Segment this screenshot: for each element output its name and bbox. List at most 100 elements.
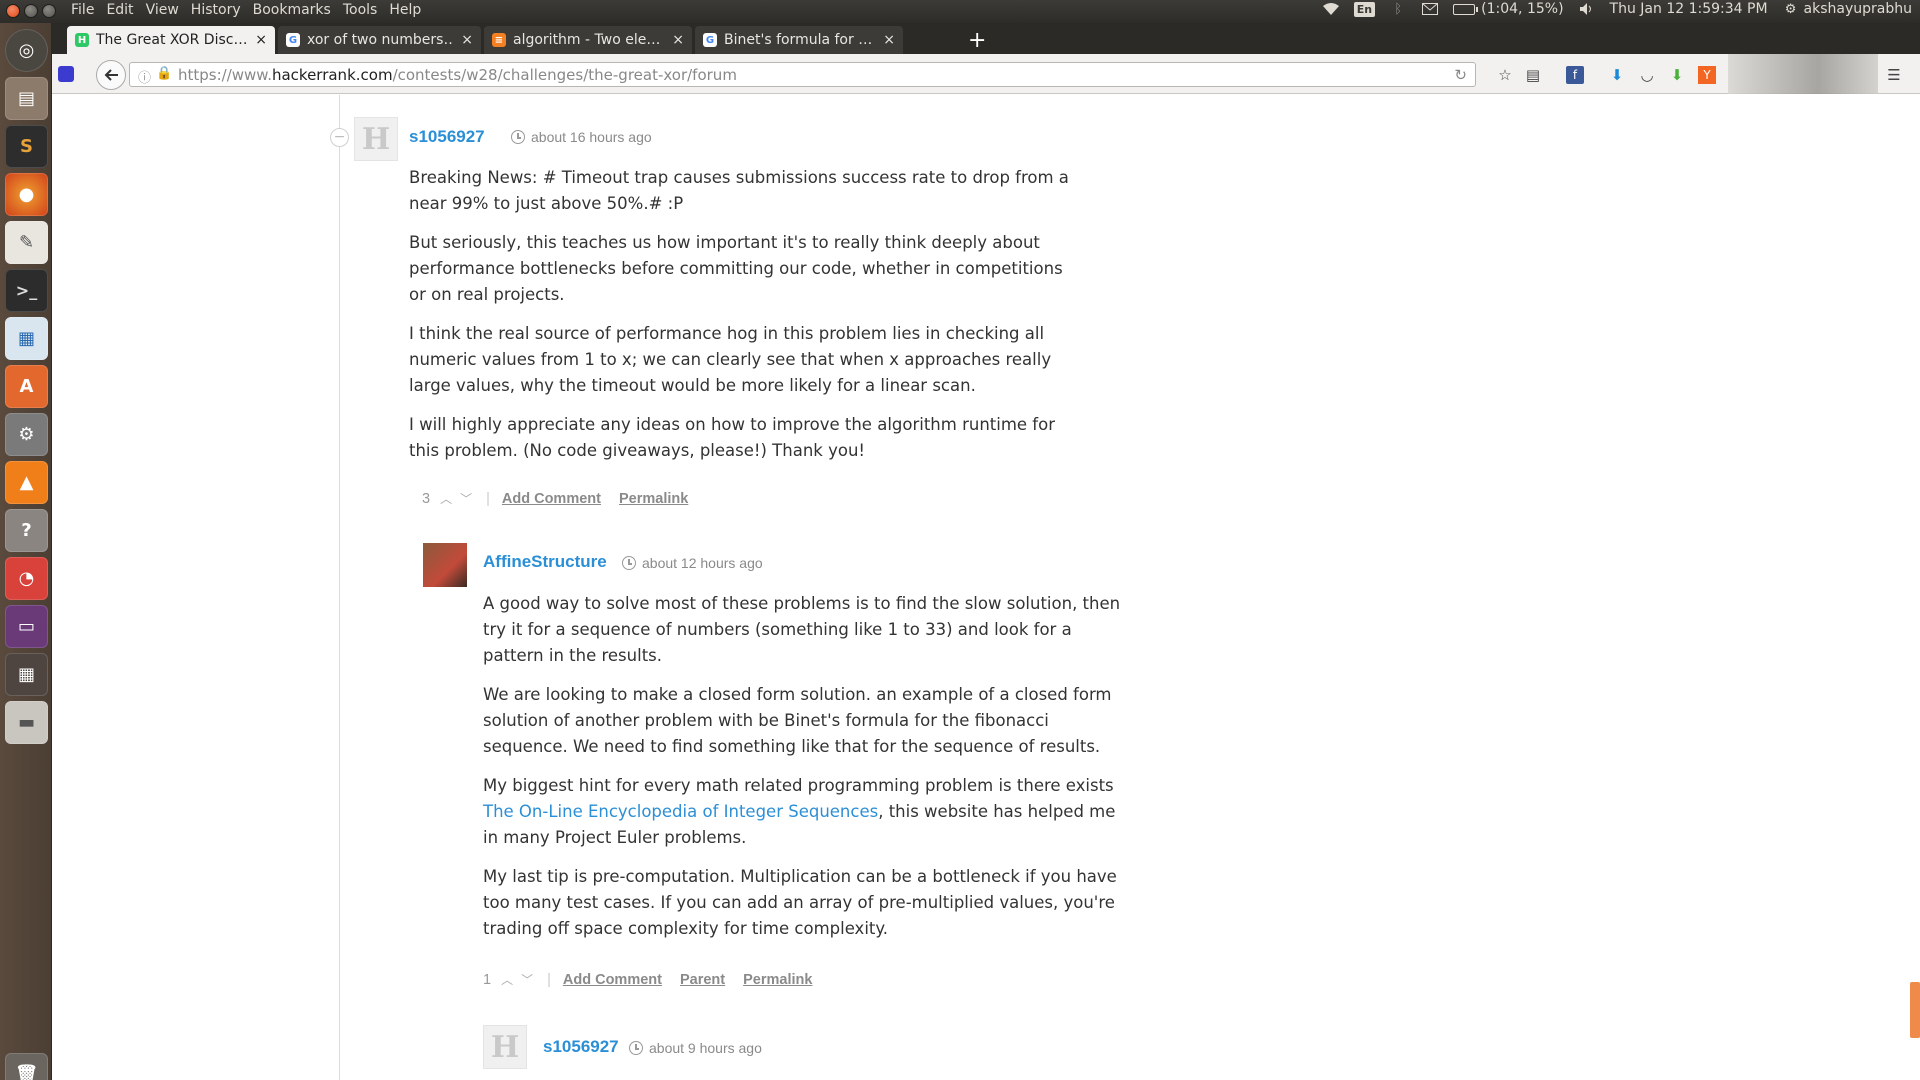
clock-icon	[622, 556, 636, 570]
comment-timestamp: about 9 hours ago	[649, 1040, 762, 1056]
window-maximize-button[interactable]	[42, 4, 56, 18]
wifi-icon[interactable]	[1322, 1, 1340, 17]
tab-title: algorithm - Two ele…	[513, 32, 661, 48]
gnome-system-monitor-icon[interactable]: ◔	[5, 557, 48, 600]
firefox-icon[interactable]: ●	[5, 173, 48, 216]
separator: |	[547, 971, 551, 988]
reload-icon[interactable]: ↻	[1454, 66, 1467, 84]
tab-title: Binet's formula for …	[724, 32, 873, 48]
tab-binet[interactable]: G Binet's formula for … ×	[695, 26, 903, 54]
scrollbar-thumb[interactable]	[1910, 982, 1920, 1038]
parent-link[interactable]: Parent	[680, 972, 725, 988]
menu-hamburger-icon[interactable]: ☰	[1885, 66, 1903, 84]
terminal-icon[interactable]: >_	[5, 269, 48, 312]
menu-file[interactable]: File	[71, 2, 94, 18]
avatar[interactable]: H	[483, 1025, 527, 1069]
workspace-switcher-icon[interactable]: ▦	[5, 653, 48, 696]
tab-close-icon[interactable]: ×	[883, 32, 895, 48]
system-settings-icon[interactable]: ⚙	[5, 413, 48, 456]
upvote-icon[interactable]: ︿	[440, 490, 452, 507]
facebook-icon[interactable]: f	[1566, 66, 1584, 84]
forum-page: − H s1056927 about 16 hours ago Breaking…	[53, 95, 1920, 1080]
window-close-button[interactable]	[6, 4, 20, 18]
drive-icon[interactable]: ▬	[5, 701, 48, 744]
info-icon[interactable]: ⓘ	[138, 67, 151, 86]
gear-icon: ⚙	[1784, 1, 1797, 17]
url-bar[interactable]: ⓘ 🔒 https://www.hackerrank.com/contests/…	[129, 62, 1476, 87]
download-icon[interactable]: ⬇	[1608, 66, 1626, 84]
lock-icon: 🔒	[156, 66, 173, 81]
add-comment-link[interactable]: Add Comment	[502, 491, 601, 507]
green-arrow-icon[interactable]: ⬇	[1668, 66, 1686, 84]
menu-view[interactable]: View	[146, 2, 179, 18]
unity-launcher: ◎ ▤ S ● ✎ >_ ▦ A ⚙ ▲ ? ◔ ▭ ▦ ▬ 🗑	[0, 23, 52, 1080]
url-path: /contests/w28/challenges/the-great-xor/f…	[392, 65, 737, 84]
window-app-icon[interactable]: ▭	[5, 605, 48, 648]
hackerrank-icon: H	[75, 33, 89, 47]
tab-great-xor[interactable]: H The Great XOR Disc… ×	[67, 26, 275, 54]
reading-list-icon[interactable]: ▤	[1524, 66, 1542, 84]
battery-text: (1:04, 15%)	[1481, 1, 1564, 17]
vote-count: 3	[422, 490, 431, 507]
window-controls	[6, 4, 56, 18]
permalink-link[interactable]: Permalink	[743, 972, 812, 988]
bookmark-star-icon[interactable]: ☆	[1496, 66, 1514, 84]
comment-actions: 1 ︿ ﹀ | Add Comment Parent Permalink	[483, 971, 830, 988]
downvote-icon[interactable]: ﹀	[460, 490, 472, 507]
comment-paragraph: I will highly appreciate any ideas on ho…	[409, 415, 1055, 460]
avatar[interactable]	[423, 543, 467, 587]
menu-bookmarks[interactable]: Bookmarks	[253, 2, 331, 18]
comment-timestamp: about 12 hours ago	[642, 555, 763, 571]
comment-username[interactable]: s1056927	[543, 1037, 619, 1057]
url-domain: hackerrank.com	[271, 65, 393, 84]
trash-icon[interactable]: 🗑	[5, 1053, 48, 1080]
help-icon[interactable]: ?	[5, 509, 48, 552]
mail-icon[interactable]	[1421, 1, 1439, 17]
comment-username[interactable]: s1056927	[409, 127, 485, 147]
downvote-icon[interactable]: ﹀	[521, 971, 533, 988]
sidebar-icon[interactable]	[58, 66, 74, 82]
menu-help[interactable]: Help	[389, 2, 421, 18]
files-icon[interactable]: ▤	[5, 77, 48, 120]
tab-close-icon[interactable]: ×	[672, 32, 684, 48]
upvote-icon[interactable]: ︿	[501, 971, 513, 988]
comment-paragraph: I think the real source of performance h…	[409, 324, 1052, 395]
url-text: https://www.hackerrank.com/contests/w28/…	[178, 66, 737, 84]
tab-title: The Great XOR Disc…	[96, 32, 248, 48]
text-editor-icon[interactable]: ✎	[5, 221, 48, 264]
back-button[interactable]	[96, 60, 126, 90]
session-menu[interactable]: ⚙ akshayuprabhu	[1782, 1, 1912, 17]
oeis-link[interactable]: The On-Line Encyclopedia of Integer Sequ…	[483, 802, 878, 821]
ycombinator-icon[interactable]: Y	[1698, 66, 1716, 84]
window-minimize-button[interactable]	[24, 4, 38, 18]
permalink-link[interactable]: Permalink	[619, 491, 688, 507]
clock-text[interactable]: Thu Jan 12 1:59:34 PM	[1610, 1, 1768, 17]
bluetooth-icon[interactable]: ᛒ	[1389, 1, 1407, 17]
pocket-icon[interactable]: ◡	[1638, 66, 1656, 84]
google-icon: G	[703, 33, 717, 47]
dash-home-icon[interactable]: ◎	[5, 29, 48, 72]
comment-paragraph: My biggest hint for every math related p…	[483, 773, 1133, 851]
libreoffice-writer-icon[interactable]: ▦	[5, 317, 48, 360]
tab-xor-search[interactable]: G xor of two numbers… ×	[278, 26, 481, 54]
add-comment-link[interactable]: Add Comment	[563, 972, 662, 988]
top-panel: File Edit View History Bookmarks Tools H…	[0, 0, 1920, 23]
menu-edit[interactable]: Edit	[106, 2, 133, 18]
avatar[interactable]: H	[354, 117, 398, 161]
menu-history[interactable]: History	[191, 2, 241, 18]
sublime-text-icon[interactable]: S	[5, 125, 48, 168]
comment-username[interactable]: AffineStructure	[483, 552, 607, 572]
tab-stackoverflow[interactable]: ≡ algorithm - Two ele… ×	[484, 26, 692, 54]
tab-close-icon[interactable]: ×	[255, 32, 267, 48]
collapse-thread-button[interactable]: −	[330, 128, 349, 147]
menu-tools[interactable]: Tools	[343, 2, 378, 18]
arrow-left-icon	[104, 69, 118, 81]
thread-line	[339, 95, 340, 1080]
tab-close-icon[interactable]: ×	[461, 32, 473, 48]
software-center-icon[interactable]: A	[5, 365, 48, 408]
keyboard-layout-indicator[interactable]: En	[1353, 1, 1376, 17]
volume-icon[interactable]	[1578, 1, 1596, 17]
vlc-icon[interactable]: ▲	[5, 461, 48, 504]
new-tab-button[interactable]: +	[968, 28, 986, 53]
battery-indicator[interactable]: (1:04, 15%)	[1453, 1, 1564, 17]
